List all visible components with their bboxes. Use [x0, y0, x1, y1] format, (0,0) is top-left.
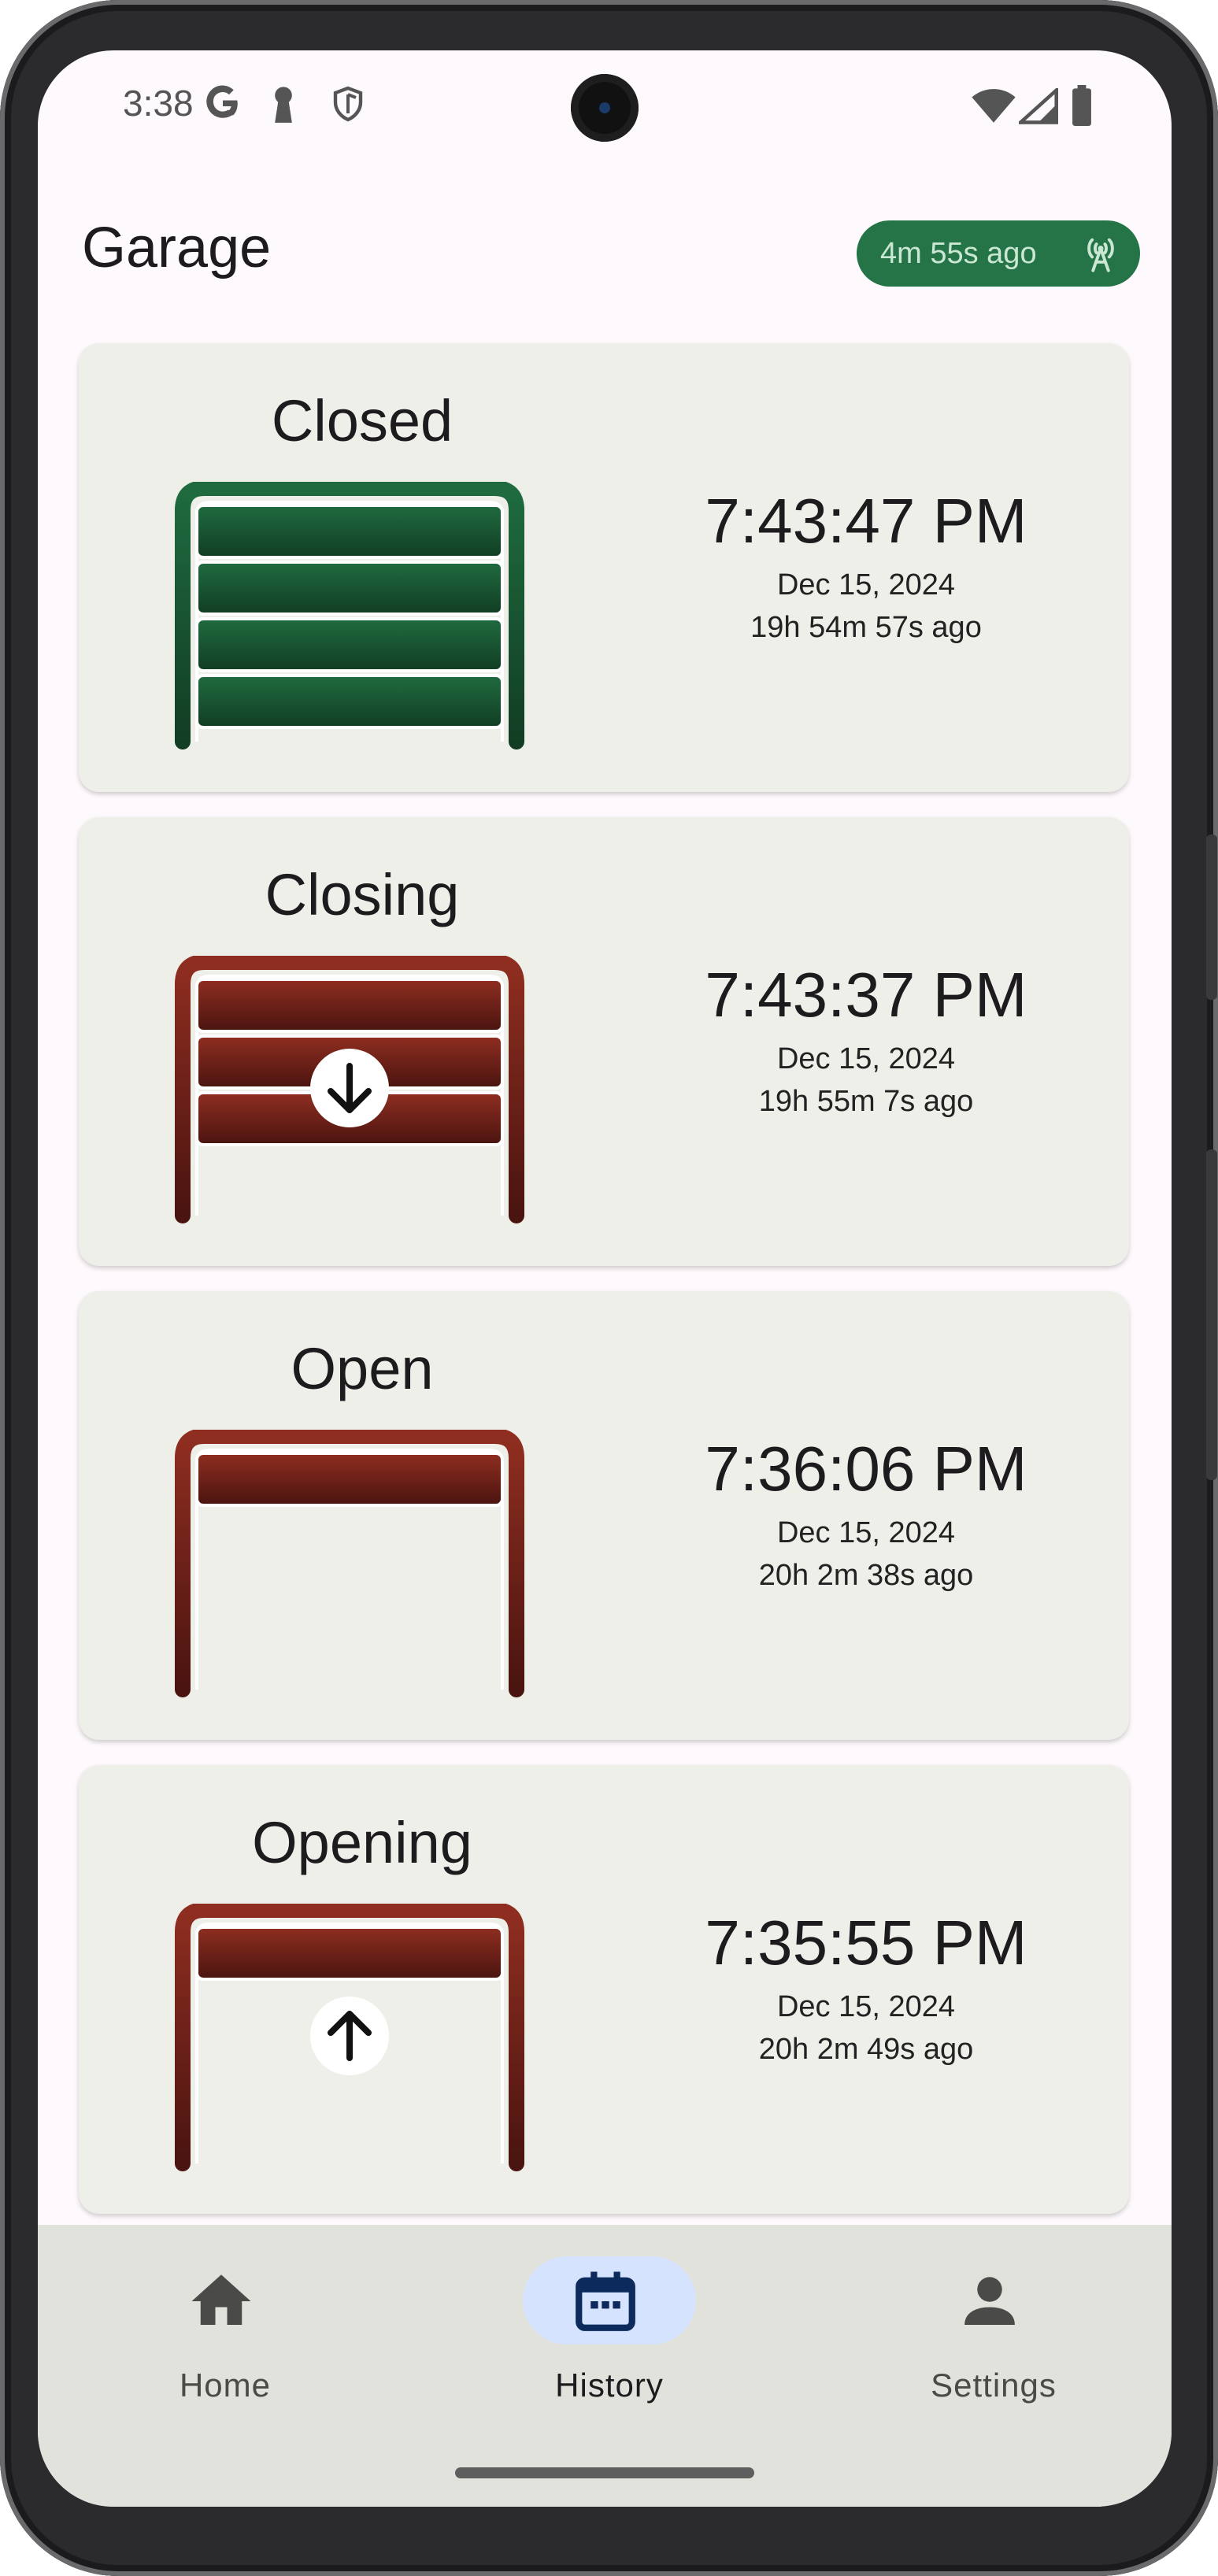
screen: 3:38 Garage 4m 55s ago Closed 7:43:47 PM…: [38, 50, 1172, 2507]
nav-home-label: Home: [179, 2367, 272, 2404]
status-time: 3:38: [123, 83, 194, 124]
door-panel: [195, 1926, 504, 1981]
event-relative-time: 20h 2m 38s ago: [758, 1559, 974, 1592]
nav-settings-label: Settings: [931, 2367, 1057, 2404]
keyhole-icon: [275, 87, 292, 123]
nav-history-label: History: [555, 2367, 664, 2404]
gesture-handle[interactable]: [455, 2467, 754, 2478]
event-relative-time: 20h 2m 49s ago: [758, 2033, 974, 2066]
event-date: Dec 15, 2024: [776, 568, 956, 601]
volume-button: [1206, 835, 1217, 1000]
antenna-icon: [1087, 238, 1114, 272]
status-bar: 3:38: [38, 50, 1172, 168]
home-icon: [191, 2274, 251, 2325]
door-state-label: Closing: [265, 862, 460, 927]
garage-door-open-icon: [175, 1430, 524, 1697]
event-time: 7:43:47 PM: [705, 486, 1027, 556]
shield-icon: [333, 86, 363, 122]
front-camera: [571, 74, 639, 142]
calendar-icon: [576, 2271, 635, 2331]
door-panel: [195, 978, 504, 1033]
event-relative-time: 19h 55m 7s ago: [758, 1085, 974, 1118]
bottom-navigation: Home History Settings: [38, 2225, 1172, 2507]
event-time: 7:43:37 PM: [705, 960, 1027, 1030]
event-date: Dec 15, 2024: [776, 1516, 956, 1549]
history-card-closed[interactable]: Closed 7:43:47 PM Dec 15, 2024 19h 54m 57s …: [79, 343, 1129, 792]
event-time: 7:35:55 PM: [705, 1908, 1027, 1978]
history-card-closing[interactable]: Closing 7:43:37 PM Dec 15, 2024 19h 55m 7s …: [79, 817, 1129, 1266]
garage-door-closed-icon: [175, 482, 524, 749]
event-time: 7:36:06 PM: [705, 1434, 1027, 1504]
wifi-icon: [972, 89, 1016, 123]
battery-icon: [1072, 85, 1091, 126]
event-date: Dec 15, 2024: [776, 1990, 956, 2023]
page-title: Garage: [82, 217, 272, 279]
garage-door-closing-icon: [175, 956, 524, 1223]
event-relative-time: 19h 54m 57s ago: [750, 611, 982, 644]
door-panel: [195, 674, 504, 729]
arrow-down-icon: [310, 1049, 389, 1127]
event-date: Dec 15, 2024: [776, 1042, 956, 1075]
door-state-label: Opening: [252, 1810, 472, 1875]
last-update-text: 4m 55s ago: [880, 236, 1037, 270]
door-state-label: Closed: [271, 388, 454, 453]
connection-status-badge[interactable]: 4m 55s ago: [857, 220, 1140, 287]
nav-settings[interactable]: Settings: [868, 2256, 1104, 2414]
door-panel: [195, 561, 504, 616]
door-state-label: Open: [291, 1336, 434, 1401]
phone-frame: 3:38 Garage 4m 55s ago Closed 7:43:47 PM…: [0, 0, 1218, 2576]
arrow-up-icon: [310, 1997, 389, 2075]
door-panel: [195, 504, 504, 559]
door-panel: [195, 1452, 504, 1507]
person-icon: [964, 2277, 1015, 2325]
power-button: [1206, 1149, 1217, 1480]
history-card-open[interactable]: Open 7:36:06 PM Dec 15, 2024 20h 2m 38s ago: [79, 1291, 1129, 1740]
garage-door-opening-icon: [175, 1904, 524, 2171]
signal-icon: [1019, 88, 1058, 124]
google-icon: [206, 85, 238, 118]
door-panel: [195, 617, 504, 672]
history-card-opening[interactable]: Opening 7:35:55 PM Dec 15, 2024 20h 2m 49s …: [79, 1765, 1129, 2214]
nav-history[interactable]: History: [483, 2256, 720, 2414]
nav-home[interactable]: Home: [99, 2256, 335, 2414]
